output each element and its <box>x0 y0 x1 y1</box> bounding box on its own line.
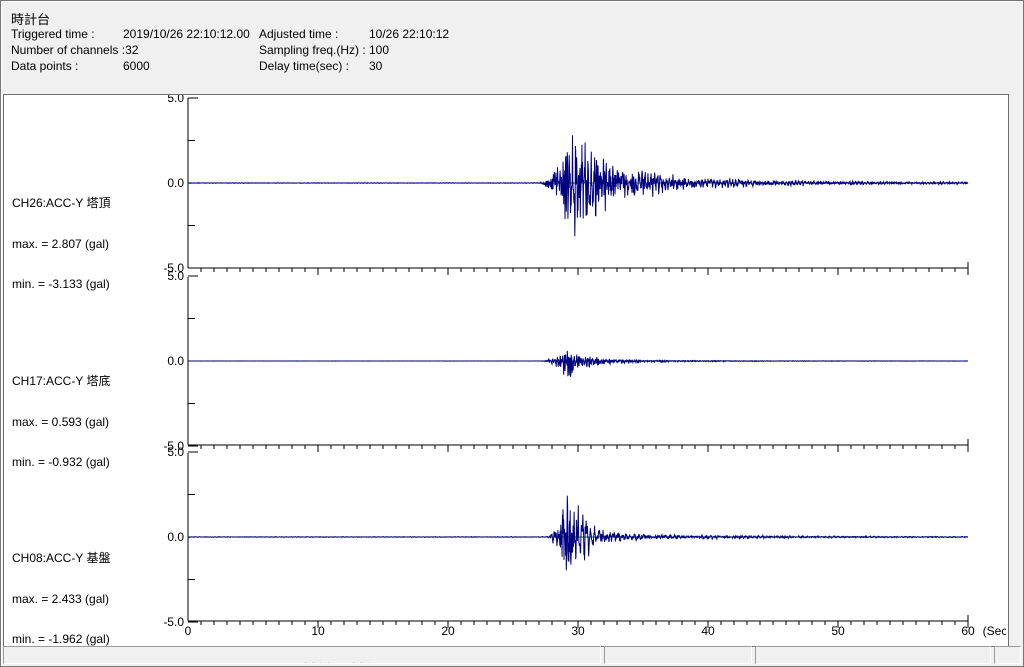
window-title: 時計台 <box>11 12 51 27</box>
status-empty-panel <box>994 646 1021 664</box>
data-points-field: Data points : 6000 <box>11 59 259 73</box>
svg-text:5.0: 5.0 <box>167 95 184 105</box>
svg-text:(Sec): (Sec) <box>983 624 1006 638</box>
svg-text:50: 50 <box>831 624 845 638</box>
header-info-panel: 時計台 Triggered time : 2019/10/26 22:10:12… <box>3 3 1009 92</box>
adjusted-time-field: Adjusted time : 10/26 22:10:12 <box>259 27 449 41</box>
channel-max: max. = 0.593 (gal) <box>12 414 110 429</box>
status-time-panel: 2019/10/26 22:10:12.00 (時刻修正時刻:10/26 22:… <box>3 646 601 664</box>
sampling-freq-value: 100 <box>369 43 390 57</box>
header-row-3: Data points : 6000 Delay time(sec) : 30 <box>11 59 1005 73</box>
channel-name: CH08:ACC-Y 基盤 <box>12 551 111 565</box>
triggered-time-field: Triggered time : 2019/10/26 22:10:12.00 <box>11 27 259 41</box>
status-bar: 2019/10/26 22:10:12.00 (時刻修正時刻:10/26 22:… <box>3 646 1021 664</box>
channel-label-ch26: CH26:ACC-Y 塔頂 max. = 2.807 (gal) min. = … <box>12 170 172 319</box>
svg-text:30: 30 <box>571 624 585 638</box>
channel-min: min. = -0.932 (gal) <box>12 455 110 469</box>
status-digit-panel: -98 digit:offset=931 digit <box>755 646 991 664</box>
channel-count-field: Number of channels : 32 <box>11 43 259 57</box>
svg-text:20: 20 <box>441 624 455 638</box>
svg-text:60: 60 <box>961 624 975 638</box>
status-time-text: 2019/10/26 22:10:12.00 (時刻修正時刻:10/26 22:… <box>160 662 464 663</box>
channel-max: max. = 2.807 (gal) <box>12 236 110 251</box>
status-kine-panel: 0.000kine <box>604 646 752 664</box>
app-window: 時計台 Triggered time : 2019/10/26 22:10:12… <box>0 0 1024 667</box>
status-kine-text: 0.000kine <box>693 662 745 663</box>
svg-text:40: 40 <box>701 624 715 638</box>
channel-count-label: Number of channels : <box>11 43 126 57</box>
header-row-1: Triggered time : 2019/10/26 22:10:12.00 … <box>11 27 1005 41</box>
adjusted-time-label: Adjusted time : <box>259 27 339 41</box>
triggered-time-label: Triggered time : <box>11 27 95 41</box>
channel-min: min. = -3.133 (gal) <box>12 277 110 291</box>
svg-text:0: 0 <box>185 624 192 638</box>
channel-name: CH17:ACC-Y 塔底 <box>12 374 111 388</box>
channel-name: CH26:ACC-Y 塔頂 <box>12 196 111 210</box>
data-points-label: Data points : <box>11 59 79 73</box>
data-points-value: 6000 <box>123 59 150 73</box>
channel-min: min. = -1.962 (gal) <box>12 632 110 646</box>
delay-time-label: Delay time(sec) : <box>259 59 350 73</box>
status-digit-text: -98 digit:offset=931 digit <box>819 662 947 663</box>
channel-label-ch17: CH17:ACC-Y 塔底 max. = 0.593 (gal) min. = … <box>12 348 172 497</box>
sampling-freq-field: Sampling freq.(Hz) : 100 <box>259 43 389 57</box>
sampling-freq-label: Sampling freq.(Hz) : <box>259 43 366 57</box>
channel-count-value: 32 <box>125 43 139 57</box>
triggered-time-value: 2019/10/26 22:10:12.00 <box>123 27 250 41</box>
delay-time-value: 30 <box>369 59 383 73</box>
svg-text:10: 10 <box>311 624 325 638</box>
header-row-2: Number of channels : 32 Sampling freq.(H… <box>11 43 1005 57</box>
waveform-panel: 5.0 0.0 -5.0 5.0 0.0 -5.0 5.0 0.0 -5.0 0 10 20 30 40 5… <box>3 94 1009 647</box>
adjusted-time-value: 10/26 22:10:12 <box>369 27 450 41</box>
delay-time-field: Delay time(sec) : 30 <box>259 59 382 73</box>
channel-max: max. = 2.433 (gal) <box>12 591 110 606</box>
